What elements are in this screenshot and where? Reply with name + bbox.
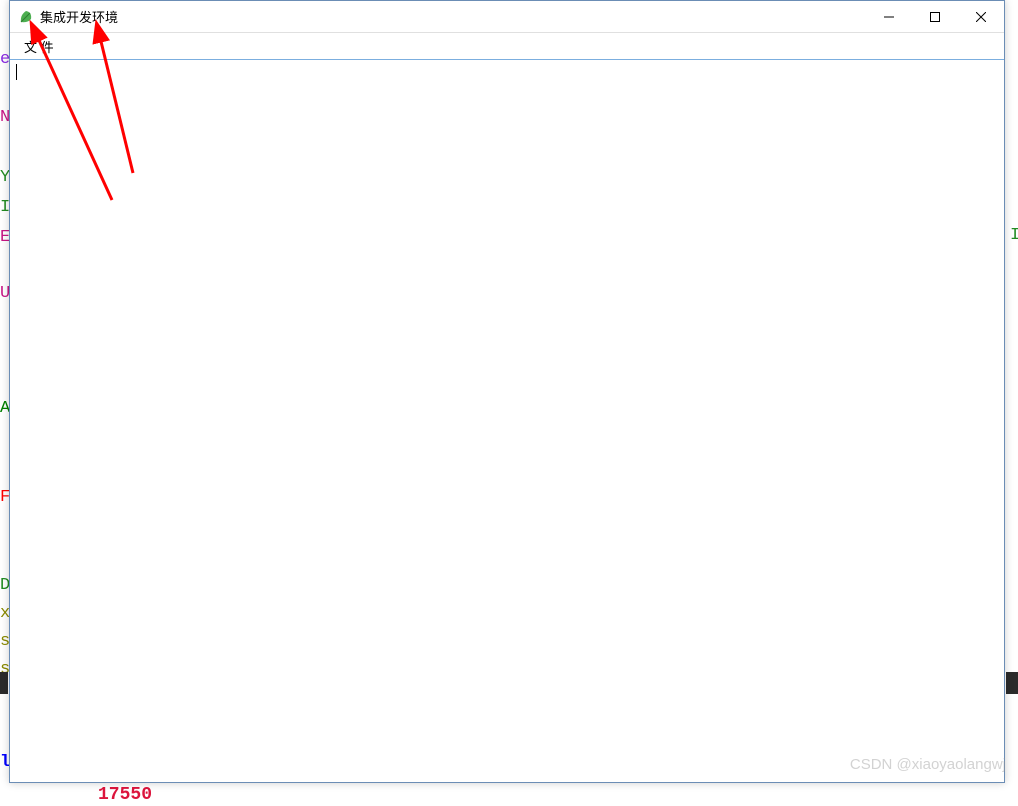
text-cursor [16,64,17,80]
bg-dark-bar [0,672,8,694]
menu-file[interactable]: 文 件 [16,34,62,59]
menu-bar: 文 件 [10,33,1004,59]
bg-char: 17550 [98,785,152,805]
title-bar[interactable]: 集成开发环境 [10,1,1004,33]
app-leaf-icon [18,9,34,25]
maximize-button[interactable] [912,1,958,33]
bg-dark-bar [1006,672,1018,694]
bg-char: I [1010,226,1018,245]
minimize-button[interactable] [866,1,912,33]
minimize-icon [884,12,894,22]
maximize-icon [930,12,940,22]
close-button[interactable] [958,1,1004,33]
window-controls [866,1,1004,33]
editor-area[interactable] [10,59,1004,782]
watermark-text: CSDN @xiaoyaolangwj [850,756,1006,773]
main-window: 集成开发环境 文 件 [9,0,1005,783]
window-title: 集成开发环境 [40,7,866,26]
close-icon [976,12,986,22]
